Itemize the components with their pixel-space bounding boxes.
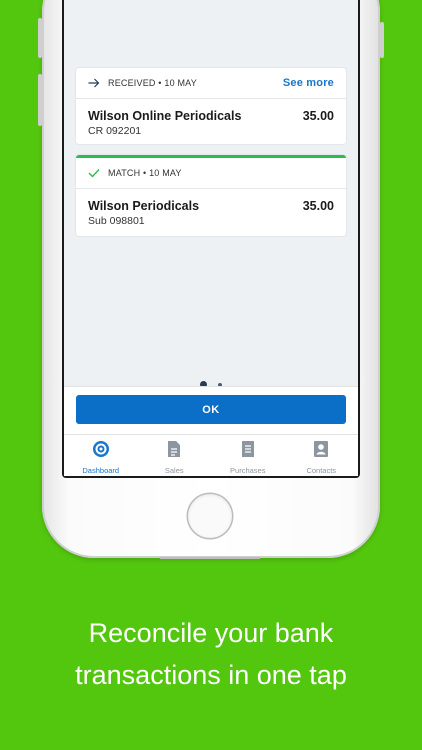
received-title: Wilson Online Periodicals — [88, 109, 242, 123]
phone-power-button — [380, 22, 384, 58]
received-transaction-card[interactable]: RECEIVED • 10 MAY See more Wilson Online… — [76, 68, 346, 144]
marketing-caption: Reconcile your bank transactions in one … — [0, 612, 422, 696]
caption-line-1: Reconcile your bank — [88, 618, 334, 648]
tab-dashboard[interactable]: Dashboard — [64, 435, 138, 475]
tab-sales[interactable]: Sales — [138, 435, 212, 475]
bottom-bar: OK Dashboard Sales Purchases Contacts — [64, 386, 358, 476]
see-more-link[interactable]: See more — [283, 77, 334, 89]
arrow-right-icon — [88, 76, 102, 90]
caption-line-2: transactions in one tap — [75, 660, 347, 690]
match-reference: Sub 098801 — [88, 215, 145, 227]
match-card-header: MATCH • 10 MAY — [76, 158, 346, 189]
sales-icon — [167, 440, 181, 463]
phone-bottom-edge — [160, 557, 260, 559]
phone-volume-up-button — [38, 18, 42, 58]
tab-dashboard-label: Dashboard — [82, 466, 120, 475]
tab-contacts-label: Contacts — [306, 466, 337, 475]
received-header-text: RECEIVED • 10 MAY — [108, 78, 197, 88]
checkmark-icon — [88, 166, 102, 180]
tab-sales-label: Sales — [164, 466, 184, 475]
match-transaction-card[interactable]: MATCH • 10 MAY Wilson Periodicals Sub 09… — [76, 155, 346, 236]
app-screen: RECEIVED • 10 MAY See more Wilson Online… — [64, 0, 358, 476]
received-card-body: Wilson Online Periodicals CR 092201 35.0… — [76, 99, 346, 145]
ok-button[interactable]: OK — [76, 395, 346, 424]
match-card-body: Wilson Periodicals Sub 098801 35.00 — [76, 189, 346, 235]
received-reference: CR 092201 — [88, 125, 142, 137]
tab-bar: Dashboard Sales Purchases Contacts — [64, 434, 358, 475]
tab-contacts[interactable]: Contacts — [285, 435, 359, 475]
phone-home-button — [188, 494, 232, 538]
contacts-icon — [313, 440, 329, 463]
received-card-header: RECEIVED • 10 MAY See more — [76, 68, 346, 99]
purchases-icon — [241, 440, 255, 463]
phone-volume-down-button — [38, 74, 42, 126]
tab-purchases-label: Purchases — [230, 466, 266, 475]
dashboard-icon — [92, 440, 110, 463]
match-header-text: MATCH • 10 MAY — [108, 168, 182, 178]
match-title: Wilson Periodicals — [88, 199, 200, 213]
received-amount: 35.00 — [302, 109, 334, 123]
tab-purchases[interactable]: Purchases — [211, 435, 285, 475]
match-amount: 35.00 — [302, 199, 334, 213]
